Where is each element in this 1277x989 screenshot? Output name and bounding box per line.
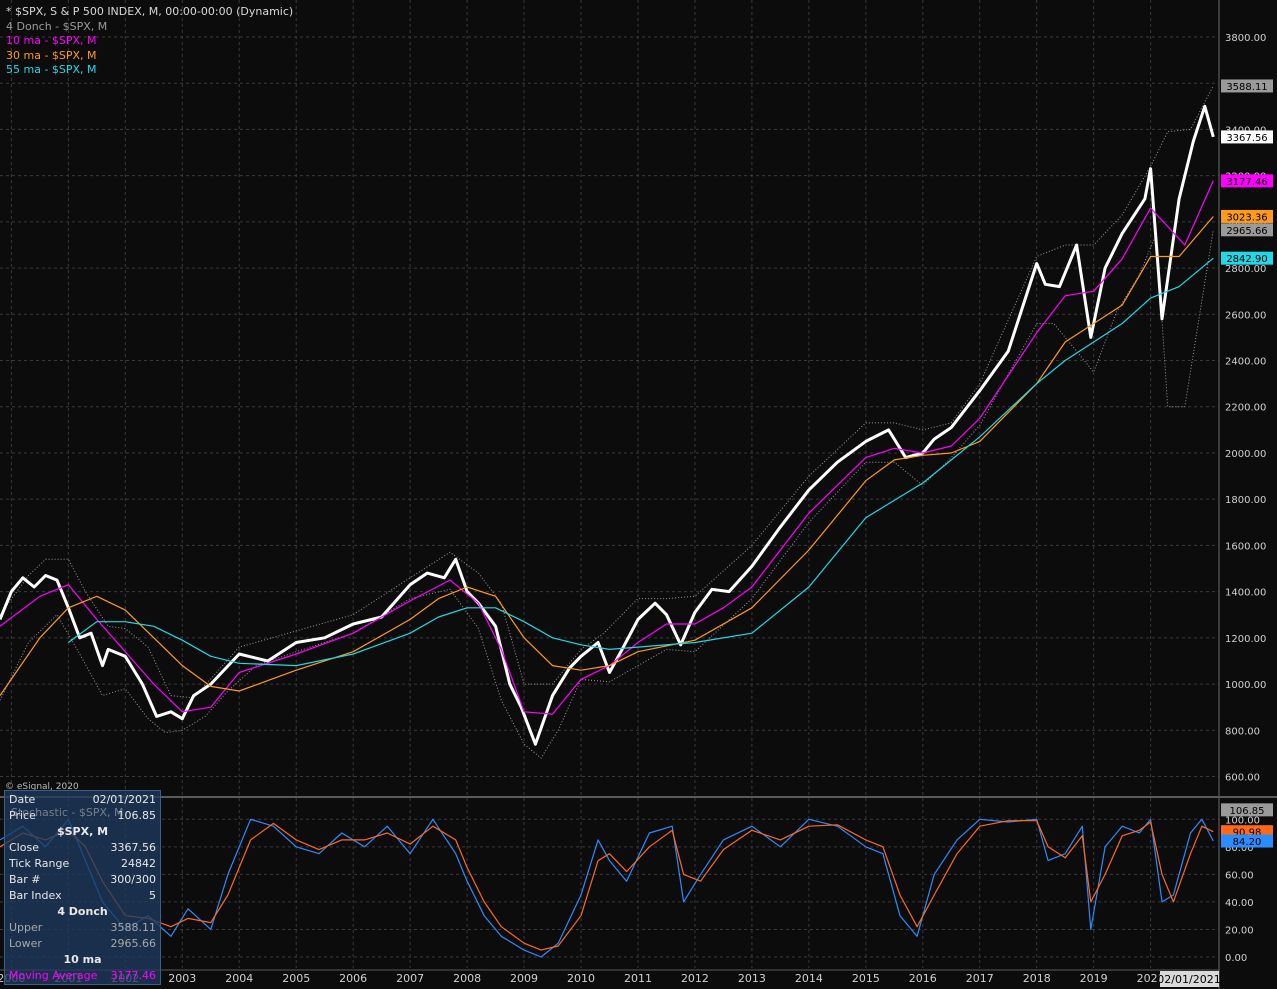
info-upper-label: Upper: [9, 921, 43, 934]
stoch-tick-label: 60.00: [1225, 870, 1254, 881]
y-tick-label: 1800.00: [1225, 495, 1266, 506]
x-tick-label: 2011: [624, 972, 652, 985]
x-tick-label: 2018: [1023, 972, 1051, 985]
info-close-value: 3367.56: [110, 841, 157, 854]
info-barindex-row: Bar Index 5: [9, 889, 156, 904]
x-tick-label: 2016: [909, 972, 937, 985]
price-tag-label: 2965.66: [1226, 226, 1267, 237]
legend-ma10: 10 ma - $SPX, M: [6, 34, 97, 47]
info-barindex-label: Bar Index: [9, 889, 62, 902]
price-tag-label: 106.85: [1230, 806, 1265, 817]
info-ma-row: Moving Average 3177.46: [9, 969, 156, 984]
stoch-tick-label: 20.00: [1225, 925, 1254, 936]
y-tick-label: 3800.00: [1225, 33, 1266, 44]
price-tag-label: 84.20: [1233, 837, 1262, 848]
y-tick-label: 1200.00: [1225, 634, 1266, 645]
info-close-row: Close 3367.56: [9, 841, 156, 856]
x-tick-label: 2015: [852, 972, 880, 985]
x-tick-label: 2009: [510, 972, 538, 985]
y-tick-label: 2000.00: [1225, 449, 1266, 460]
y-tick-label: 1000.00: [1225, 680, 1266, 691]
x-tick-label: 2017: [966, 972, 994, 985]
legend-ma30: 30 ma - $SPX, M: [6, 48, 97, 62]
info-ma-header: 10 ma: [9, 953, 156, 968]
y-tick-label: 1400.00: [1225, 588, 1266, 599]
info-tick-value: 24842: [121, 857, 156, 870]
y-tick-label: 800.00: [1225, 726, 1260, 737]
info-bar-label: Bar #: [9, 873, 41, 886]
info-upper-value: 3588.11: [110, 921, 157, 934]
y-tick-label: 2200.00: [1225, 403, 1266, 414]
info-donch-title: 4 Donch: [57, 905, 108, 918]
y-tick-label: 2800.00: [1225, 264, 1266, 275]
info-lower-row: Lower 2965.66: [9, 937, 156, 952]
info-ma-value: 3177.46: [110, 969, 157, 982]
chart-canvas: 2000200120022003200420052006200720082009…: [0, 0, 1277, 989]
price-tag-label: 3023.36: [1226, 212, 1267, 223]
current-date-label: 02/01/2021: [1157, 973, 1220, 986]
x-tick-label: 2014: [795, 972, 823, 985]
info-symbol: $SPX, M: [56, 825, 109, 838]
stoch-tick-label: 0.00: [1225, 953, 1247, 964]
y-tick-label: 2600.00: [1225, 310, 1266, 321]
info-donch-header: 4 Donch: [9, 905, 156, 920]
chart-legend: * $SPX, S & P 500 INDEX, M, 00:00-00:00 …: [6, 5, 293, 78]
stoch-tick-label: 100.00: [1225, 815, 1260, 826]
info-stoch-overlay: Stochastic - $SPX, M: [9, 806, 156, 821]
info-ma-title: 10 ma: [63, 953, 102, 966]
y-tick-label: 600.00: [1225, 773, 1260, 784]
info-bar-value: 300/300: [110, 873, 156, 886]
price-tag-label: 3588.11: [1226, 82, 1267, 93]
info-lower-label: Lower: [9, 937, 42, 950]
info-date-value: 02/01/2021: [92, 793, 156, 806]
info-ma-label: Moving Average: [9, 969, 98, 982]
info-tick-row: Tick Range 24842: [9, 857, 156, 872]
info-lower-value: 2965.66: [110, 937, 157, 950]
legend-donch: 4 Donch - $SPX, M: [6, 19, 108, 33]
info-stoch-text: Stochastic - $SPX, M: [11, 806, 124, 819]
x-tick-label: 2013: [738, 972, 766, 985]
legend-title: * $SPX, S & P 500 INDEX, M, 00:00-00:00 …: [6, 5, 294, 18]
price-tag-label: 3367.56: [1226, 133, 1267, 144]
info-date-label: Date: [9, 793, 36, 806]
price-tag-label: 3177.46: [1226, 177, 1267, 188]
price-tag-label: 2842.90: [1226, 254, 1267, 265]
info-barindex-value: 5: [149, 889, 156, 902]
y-tick-label: 2400.00: [1225, 357, 1266, 368]
x-tick-label: 2004: [225, 972, 253, 985]
x-tick-label: 2012: [681, 972, 709, 985]
info-symbol-row: $SPX, M: [9, 825, 156, 840]
x-tick-label: 2019: [1080, 972, 1108, 985]
y-tick-label: 1600.00: [1225, 541, 1266, 552]
stoch-tick-label: 40.00: [1225, 898, 1254, 909]
info-bar-row: Bar # 300/300: [9, 873, 156, 888]
x-tick-label: 2010: [567, 972, 595, 985]
chart-background: [0, 0, 1277, 989]
info-close-label: Close: [9, 841, 39, 854]
data-window[interactable]: Date 02/01/2021 Price 106.85 Stochastic - …: [4, 790, 161, 985]
info-tick-label: Tick Range: [9, 857, 70, 870]
legend-ma55: 55 ma - $SPX, M: [6, 63, 97, 76]
x-tick-label: 2003: [168, 972, 196, 985]
x-tick-label: 2005: [282, 972, 310, 985]
x-tick-label: 2008: [453, 972, 481, 985]
info-upper-row: Upper 3588.11: [9, 921, 156, 936]
x-tick-label: 2007: [396, 972, 424, 985]
x-tick-label: 2006: [339, 972, 367, 985]
